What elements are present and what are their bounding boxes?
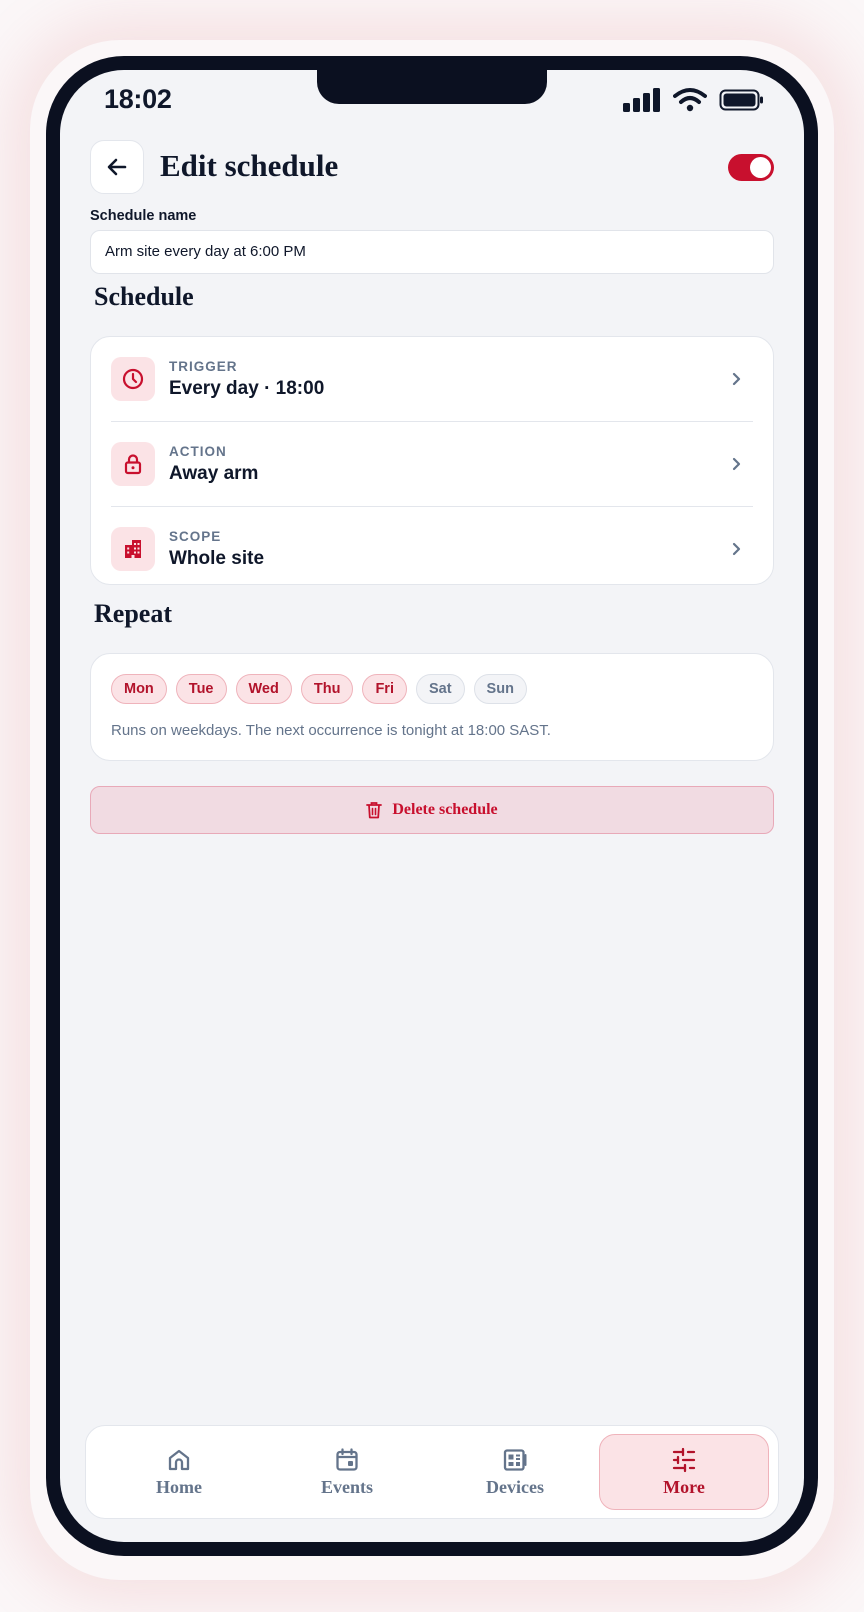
clock-icon (122, 368, 144, 390)
battery-icon (719, 89, 763, 110)
schedule-section-title: Schedule (94, 282, 194, 311)
trash-icon (366, 802, 383, 819)
schedule-name-input[interactable]: Arm site every day at 6:00 PM (90, 230, 774, 274)
wifi-icon (673, 88, 707, 112)
signal-icon (623, 87, 660, 112)
header: Edit schedule (90, 140, 774, 194)
action-kicker: ACTION (169, 444, 227, 459)
tab-devices-label: Devices (486, 1476, 544, 1497)
day-chip-sat[interactable]: Sat (415, 674, 465, 704)
delete-schedule-label: Delete schedule (392, 801, 498, 818)
bottom-tab-bar: Home Events Devices More (85, 1425, 779, 1519)
day-chip-sun[interactable]: Sun (473, 674, 527, 704)
action-row[interactable]: ACTION Away arm (111, 422, 753, 507)
schedule-enabled-toggle[interactable] (728, 154, 774, 181)
scope-row[interactable]: SCOPE Whole site (111, 507, 753, 592)
building-icon (125, 540, 141, 558)
trigger-row[interactable]: TRIGGER Every day · 18:00 (111, 337, 753, 422)
calendar-icon (336, 1447, 358, 1471)
status-time: 18:02 (104, 84, 172, 114)
day-chip-wed[interactable]: Wed (235, 674, 292, 704)
page-title: Edit schedule (160, 148, 339, 183)
day-chip-mon[interactable]: Mon (111, 674, 167, 704)
tab-more[interactable]: More (599, 1434, 769, 1510)
action-value: Away arm (169, 463, 259, 484)
phone-screen: 18:02 Edit schedule Schedule name Arm si… (60, 70, 804, 1542)
schedule-name-label: Schedule name (90, 208, 197, 224)
day-chip-tue[interactable]: Tue (175, 674, 227, 704)
tab-home-label: Home (156, 1476, 202, 1497)
scope-value: Whole site (169, 548, 265, 569)
tab-events[interactable]: Events (262, 1434, 432, 1510)
notch (317, 70, 547, 104)
tab-events-label: Events (320, 1476, 373, 1497)
lock-icon (124, 454, 142, 475)
repeat-note: Runs on weekdays. The next occurrence is… (111, 722, 551, 739)
day-chips: Mon Tue Wed Thu Fri Sat Sun (111, 674, 527, 704)
tab-home[interactable]: Home (94, 1434, 264, 1510)
arrow-left-icon (107, 158, 127, 176)
status-icons (623, 87, 764, 112)
home-icon (168, 1449, 190, 1470)
back-button[interactable] (90, 140, 144, 194)
day-chip-thu[interactable]: Thu (300, 674, 354, 704)
repeat-card: Mon Tue Wed Thu Fri Sat Sun Runs on week… (90, 653, 774, 761)
chevron-right-icon (732, 542, 741, 556)
schedule-card: TRIGGER Every day · 18:00 ACTION Away ar… (90, 336, 774, 585)
toggle-knob (750, 157, 771, 178)
scope-kicker: SCOPE (169, 529, 222, 544)
scope-icon-wrap (111, 527, 155, 571)
trigger-value: Every day · 18:00 (169, 378, 325, 399)
delete-schedule-button[interactable]: Delete schedule (90, 786, 774, 834)
tab-devices[interactable]: Devices (430, 1434, 600, 1510)
trigger-kicker: TRIGGER (169, 359, 238, 374)
chevron-right-icon (732, 457, 741, 471)
action-icon-wrap (111, 442, 155, 486)
trigger-icon-wrap (111, 357, 155, 401)
repeat-section-title: Repeat (94, 599, 172, 628)
chevron-right-icon (732, 372, 741, 386)
day-chip-fri[interactable]: Fri (362, 674, 407, 704)
tab-more-label: More (663, 1476, 705, 1497)
devices-icon (503, 1448, 527, 1471)
sliders-icon (672, 1447, 696, 1472)
